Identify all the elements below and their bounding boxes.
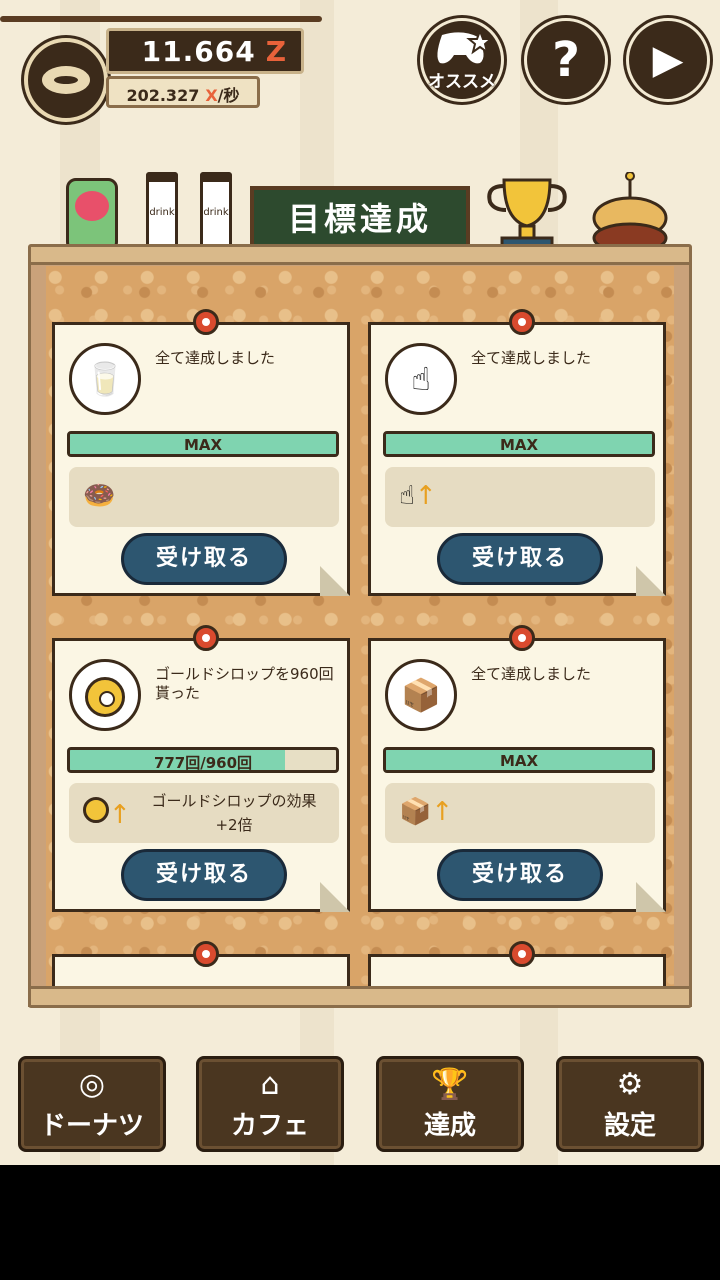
nav-donut-label: ドーナツ (39, 1111, 144, 1141)
tap-up-icon: ☝↑ (399, 481, 437, 511)
milk-carton-icon: 📦 (385, 659, 457, 731)
help-icon: ? (552, 32, 580, 88)
rate-unit-x: X (205, 86, 218, 105)
achievement-title: ゴールドシロップを960回貰った (155, 665, 334, 702)
progress-text: 777回/960回 (153, 754, 253, 772)
nav-achievement-button[interactable]: 🏆 達成 (376, 1056, 524, 1152)
gold-donut-icon (69, 659, 141, 731)
pin-icon (193, 625, 219, 651)
page-curl (636, 882, 666, 912)
gear-icon: ⚙ (616, 1067, 644, 1102)
page-curl (320, 882, 350, 912)
currency-coin-icon (24, 38, 108, 122)
reward-box: ☝↑ (385, 467, 655, 527)
page-curl (636, 566, 666, 596)
pin-icon (193, 309, 219, 335)
achievement-title: 全て達成しました (471, 665, 592, 683)
reward-box: 📦↑ (385, 783, 655, 843)
money-value: 11.664 (141, 35, 256, 68)
donut-box-icon: 🍩 (83, 481, 116, 511)
play-icon: ▶ (652, 37, 684, 83)
pin-icon (509, 309, 535, 335)
page-title: 目標達成 (250, 186, 470, 252)
donut-icon: ◎ (78, 1067, 106, 1102)
claim-button[interactable]: 受け取る (121, 533, 287, 585)
claim-button[interactable]: 受け取る (437, 849, 603, 901)
gold-donut-up-icon: ↑ (83, 797, 131, 830)
drink-label-1: drink (149, 207, 175, 218)
nav-settings-button[interactable]: ⚙ 設定 (556, 1056, 704, 1152)
reward-box: ↑ ゴールドシロップの効果 +2倍 (69, 783, 339, 843)
rate-value: 202.327 (126, 86, 200, 105)
drink-bottle-2: drink (200, 172, 232, 252)
cafe-icon: ⌂ (260, 1067, 280, 1102)
progress-text: MAX (183, 436, 223, 454)
recommend-label: オススメ (428, 72, 496, 92)
cork-board: 🥛 全て達成しました MAX 🍩 受け取る ☝ 全て達成しました MAX ☝↑ … (46, 266, 674, 986)
money-display: 11.664 Z (106, 28, 304, 74)
carton-up-icon: 📦↑ (399, 797, 454, 827)
game-screen: 11.664 Z 202.327 X/秒 オススメ ? ▶ drink drink … (0, 0, 720, 1165)
achievement-card: 🥛 全て達成しました MAX 🍩 受け取る (52, 309, 350, 596)
drink-label-2: drink (203, 207, 229, 218)
recommend-button[interactable]: オススメ (420, 18, 504, 102)
money-unit: Z (265, 35, 287, 68)
achievement-card-partial (52, 941, 350, 986)
pin-icon (193, 941, 219, 967)
help-button[interactable]: ? (524, 18, 608, 102)
progress-bar: 777回/960回 (67, 747, 339, 773)
nav-cafe-button[interactable]: ⌂ カフェ (196, 1056, 344, 1152)
nav-cafe-label: カフェ (230, 1111, 309, 1141)
achievement-title: 全て達成しました (471, 349, 592, 367)
achievement-title: 全て達成しました (155, 349, 276, 367)
achievement-card: 📦 全て達成しました MAX 📦↑ 受け取る (368, 625, 666, 912)
drink-bottle-1: drink (146, 172, 178, 252)
progress-bar: MAX (67, 431, 339, 457)
progress-text: MAX (499, 436, 539, 454)
shelf-bottom (28, 986, 692, 1008)
claim-button[interactable]: 受け取る (121, 849, 287, 901)
progress-bar: MAX (383, 431, 655, 457)
progress-text: MAX (499, 752, 539, 770)
page-curl (320, 566, 350, 596)
nav-settings-label: 設定 (603, 1111, 656, 1141)
milk-carton-icon: 🥛 (69, 343, 141, 415)
gamepad-icon (437, 28, 494, 64)
reward-multiplier: +2倍 (215, 816, 253, 834)
reward-text: ゴールドシロップの効果 +2倍 (139, 789, 329, 837)
progress-bar: MAX (383, 747, 655, 773)
rate-display: 202.327 X/秒 (106, 76, 260, 108)
pin-icon (509, 941, 535, 967)
trophy-icon: 🏆 (431, 1067, 469, 1102)
sign-rail (0, 16, 322, 22)
pin-icon (509, 625, 535, 651)
nav-achievement-label: 達成 (423, 1111, 476, 1141)
play-video-button[interactable]: ▶ (626, 18, 710, 102)
nav-donut-button[interactable]: ◎ ドーナツ (18, 1056, 166, 1152)
claim-button[interactable]: 受け取る (437, 533, 603, 585)
achievement-card: ☝ 全て達成しました MAX ☝↑ 受け取る (368, 309, 666, 596)
achievement-card-partial (368, 941, 666, 986)
reward-box: 🍩 (69, 467, 339, 527)
reward-description: ゴールドシロップの効果 (151, 792, 317, 810)
tap-hand-icon: ☝ (385, 343, 457, 415)
achievement-card: ゴールドシロップを960回貰った 777回/960回 ↑ ゴールドシロップの効果… (52, 625, 350, 912)
fruit-jar-icon (66, 178, 118, 252)
rate-unit-suffix: /秒 (217, 86, 240, 105)
